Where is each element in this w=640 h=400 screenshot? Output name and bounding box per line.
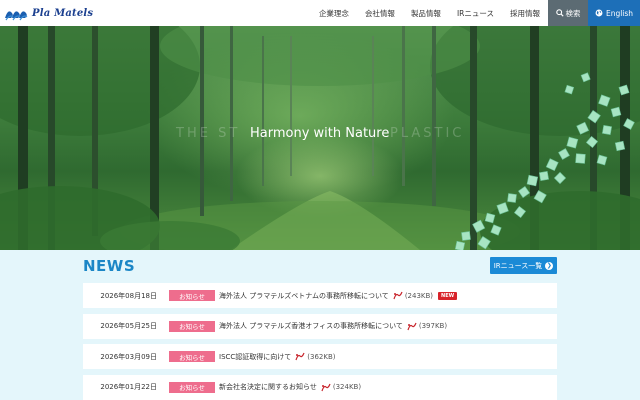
pdf-icon — [295, 352, 305, 361]
nav-products[interactable]: 製品情報 — [403, 0, 449, 26]
main-nav: 企業理念 会社情報 製品情報 IRニュース 採用情報 検索 English — [311, 0, 640, 26]
hero-title: Harmony with Nature — [250, 126, 390, 141]
nav-company[interactable]: 会社情報 — [357, 0, 403, 26]
category-badge: お知らせ — [169, 381, 215, 393]
news-date: 2026年01月22日 — [100, 383, 157, 391]
arrow-right-circle-icon: ❯ — [545, 261, 554, 270]
news-link[interactable]: ISCC認証取得に向けて — [219, 352, 291, 362]
pdf-icon — [407, 322, 417, 330]
file-size: (362KB) — [307, 352, 336, 361]
pdf-icon — [321, 383, 331, 391]
category-badge: お知らせ — [169, 351, 215, 362]
file-size: (324KB) — [332, 383, 362, 391]
hero-ghost-right: PLASTIC — [390, 126, 465, 141]
search-icon — [555, 9, 564, 17]
search-label: 検索 — [565, 8, 581, 18]
news-date: 2026年03月09日 — [100, 352, 157, 361]
search-button[interactable]: 検索 — [548, 0, 588, 26]
news-item[interactable]: 2026年05月25日 お知らせ 海外法人 プラマテルズ香港オフィスの事務所移転… — [83, 313, 557, 339]
news-item[interactable]: 2026年08月18日 お知らせ 海外法人 プラマテルズベトナムの事務所移転につ… — [83, 283, 557, 308]
news-title: NEWS — [83, 257, 136, 275]
news-list: 2026年08月18日 お知らせ 海外法人 プラマテルズベトナムの事務所移転につ… — [83, 283, 557, 400]
hero-banner: THE ST PLASTIC Harmony with Nature — [0, 26, 640, 250]
ir-news-list-button[interactable]: IRニュース一覧 ❯ — [490, 257, 557, 274]
brand-name: Pla Matels — [32, 7, 94, 19]
nav-recruit[interactable]: 採用情報 — [502, 0, 548, 26]
new-badge: NEW — [438, 291, 458, 300]
ir-button-label: IRニュース一覧 — [493, 261, 543, 270]
news-item[interactable]: 2026年03月09日 お知らせ ISCC認証取得に向けて (362KB) — [83, 344, 557, 369]
file-size: (397KB) — [418, 322, 448, 330]
category-badge: お知らせ — [169, 290, 215, 301]
logo[interactable]: Pla Matels — [4, 0, 93, 26]
news-item[interactable]: 2026年01月22日 お知らせ 新会社名決定に関するお知らせ (324KB) — [83, 374, 557, 400]
news-link[interactable]: 海外法人 プラマテルズ香港オフィスの事務所移転について — [219, 321, 403, 331]
news-section: NEWS IRニュース一覧 ❯ 2026年08月18日 お知らせ 海外法人 プラ… — [0, 250, 640, 400]
nav-ir-news[interactable]: IRニュース — [449, 0, 502, 26]
english-button[interactable]: English — [588, 0, 640, 26]
english-label: English — [605, 8, 634, 18]
news-date: 2026年08月18日 — [100, 291, 157, 300]
category-badge: お知らせ — [169, 320, 215, 332]
file-size: (243KB) — [404, 291, 434, 300]
pdf-icon — [393, 291, 403, 300]
hero-ghost-left: THE ST — [176, 126, 241, 141]
logo-mark-icon — [5, 11, 28, 21]
news-link[interactable]: 新会社名決定に関するお知らせ — [219, 382, 317, 392]
news-date: 2026年05月25日 — [100, 322, 157, 330]
site-header: Pla Matels 企業理念 会社情報 製品情報 IRニュース 採用情報 検索… — [0, 0, 640, 26]
nav-philosophy[interactable]: 企業理念 — [311, 0, 357, 26]
globe-icon — [595, 9, 603, 17]
news-link[interactable]: 海外法人 プラマテルズベトナムの事務所移転について — [219, 291, 389, 301]
